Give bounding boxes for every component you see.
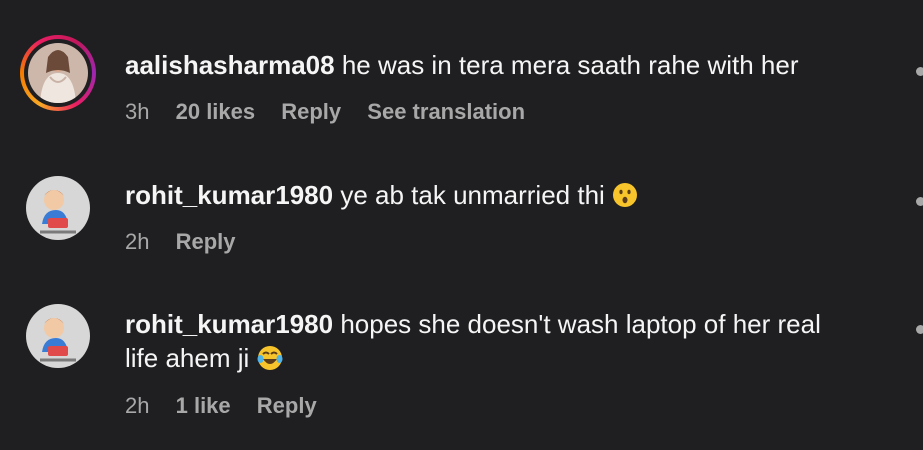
comment-text-line2: life ahem ji: [125, 343, 250, 373]
avatar[interactable]: [26, 304, 90, 368]
avatar-image-icon: [26, 304, 90, 368]
more-options-icon[interactable]: [916, 325, 923, 334]
comment-timestamp: 2h: [125, 393, 150, 418]
tears-of-joy-emoji-icon: [257, 346, 283, 370]
avatar-image: [26, 304, 90, 368]
comment-likes-count[interactable]: 1 like: [176, 393, 231, 419]
comment-meta: 2h 1 like Reply: [125, 393, 337, 419]
comment-item: rohit_kumar1980 hopes she doesn't wash l…: [0, 0, 923, 450]
comment-body: rohit_kumar1980 hopes she doesn't wash l…: [125, 307, 895, 375]
comment-username[interactable]: rohit_kumar1980: [125, 309, 333, 339]
comment-text-line1: hopes she doesn't wash laptop of her rea…: [340, 309, 821, 339]
reply-button[interactable]: Reply: [257, 393, 317, 419]
